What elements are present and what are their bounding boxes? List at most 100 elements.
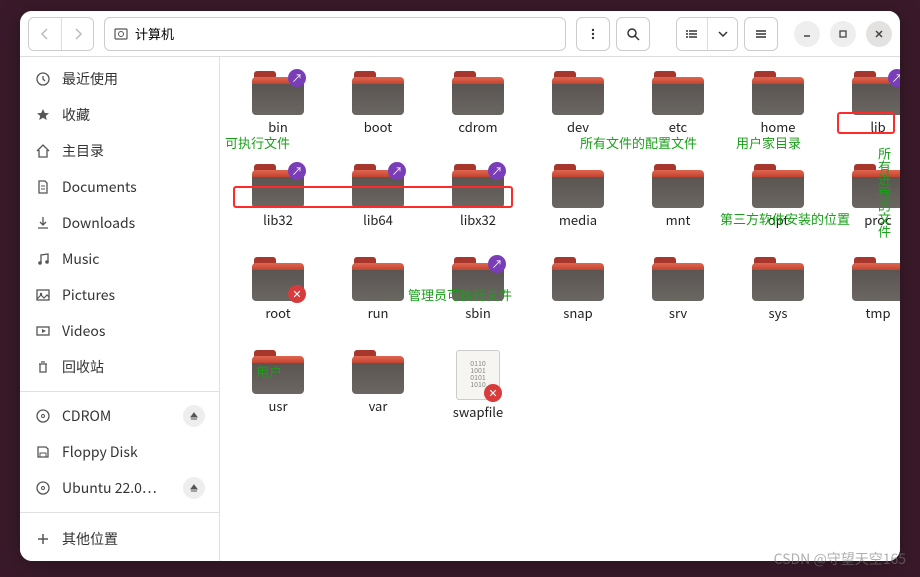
sidebar-item-label: Documents [62, 177, 137, 197]
sidebar-mount-cdrom[interactable]: CDROM [20, 398, 219, 434]
folder-icon [552, 257, 604, 301]
file-item-proc[interactable]: proc [828, 164, 900, 229]
window-controls [794, 21, 892, 47]
file-label: media [559, 210, 597, 229]
file-label: home [760, 117, 795, 136]
file-label: etc [669, 117, 687, 136]
file-item-srv[interactable]: srv [628, 257, 728, 322]
file-label: opt [768, 210, 789, 229]
hamburger-menu-button[interactable] [744, 17, 778, 51]
sidebar-mount-floppy-disk[interactable]: Floppy Disk [20, 434, 219, 470]
forward-button[interactable] [61, 18, 93, 50]
denied-badge-icon: ✕ [484, 384, 502, 402]
titlebar: 计算机 [20, 11, 900, 57]
icon-grid: ↗binbootcdromdevetchome↗lib↗lib32↗lib64↗… [228, 71, 900, 421]
folder-icon [652, 164, 704, 208]
back-button[interactable] [29, 18, 61, 50]
eject-button[interactable] [183, 405, 205, 427]
floppy-icon [34, 443, 52, 461]
sidebar-item-label: Pictures [62, 285, 115, 305]
folder-icon [752, 257, 804, 301]
symlink-badge-icon: ↗ [388, 162, 406, 180]
sidebar-item-label: CDROM [62, 406, 111, 426]
sidebar-item-收藏[interactable]: 收藏 [20, 97, 219, 133]
sidebar-mount-ubuntu-22-0-[interactable]: Ubuntu 22.0… [20, 470, 219, 506]
folder-icon [752, 71, 804, 115]
file-item-mnt[interactable]: mnt [628, 164, 728, 229]
file-item-bin[interactable]: ↗bin [228, 71, 328, 136]
sidebar-item-回收站[interactable]: 回收站 [20, 349, 219, 385]
file-label: proc [864, 210, 891, 229]
file-item-sys[interactable]: sys [728, 257, 828, 322]
sidebar-item-主目录[interactable]: 主目录 [20, 133, 219, 169]
plus-icon [34, 530, 52, 548]
minimize-button[interactable] [794, 21, 820, 47]
search-button[interactable] [616, 17, 650, 51]
separator [20, 391, 219, 392]
denied-badge-icon: ✕ [288, 285, 306, 303]
folder-icon [352, 257, 404, 301]
kebab-menu-button[interactable] [576, 17, 610, 51]
window-body: 最近使用收藏主目录 Documents Downloads Music Pictures… [20, 57, 900, 561]
file-item-dev[interactable]: dev [528, 71, 628, 136]
nav-group [28, 17, 94, 51]
view-dropdown-button[interactable] [707, 18, 737, 50]
file-item-tmp[interactable]: tmp [828, 257, 900, 322]
path-label: 计算机 [135, 24, 174, 43]
sidebar-item-videos[interactable]: Videos [20, 313, 219, 349]
file-item-lib32[interactable]: ↗lib32 [228, 164, 328, 229]
download-icon [34, 214, 52, 232]
sidebar-item-downloads[interactable]: Downloads [20, 205, 219, 241]
view-list-button[interactable] [677, 18, 707, 50]
file-label: dev [567, 117, 589, 136]
file-item-home[interactable]: home [728, 71, 828, 136]
file-label: sys [769, 303, 788, 322]
content-pane[interactable]: ↗binbootcdromdevetchome↗lib↗lib32↗lib64↗… [220, 57, 900, 561]
file-item-usr[interactable]: usr [228, 350, 328, 421]
sidebar-item-label: Ubuntu 22.0… [62, 478, 157, 498]
sidebar-other-locations[interactable]: 其他位置 [20, 521, 219, 557]
view-mode-group [676, 17, 738, 51]
file-item-var[interactable]: var [328, 350, 428, 421]
file-item-lib[interactable]: ↗lib [828, 71, 900, 136]
file-item-sbin[interactable]: ↗sbin [428, 257, 528, 322]
file-item-cdrom[interactable]: cdrom [428, 71, 528, 136]
sidebar-item-pictures[interactable]: Pictures [20, 277, 219, 313]
sidebar-item-label: Music [62, 249, 99, 269]
folder-icon [352, 71, 404, 115]
file-item-libx32[interactable]: ↗libx32 [428, 164, 528, 229]
file-label: boot [364, 117, 392, 136]
file-label: bin [268, 117, 288, 136]
path-bar[interactable]: 计算机 [104, 17, 566, 51]
file-item-opt[interactable]: opt [728, 164, 828, 229]
watermark: CSDN @守望天空165 [774, 549, 906, 569]
file-item-snap[interactable]: snap [528, 257, 628, 322]
file-item-swapfile[interactable]: 0110 1001 0101 1010✕swapfile [428, 350, 528, 421]
picture-icon [34, 286, 52, 304]
file-item-boot[interactable]: boot [328, 71, 428, 136]
file-item-media[interactable]: media [528, 164, 628, 229]
sidebar-item-最近使用[interactable]: 最近使用 [20, 61, 219, 97]
maximize-button[interactable] [830, 21, 856, 47]
file-item-root[interactable]: ✕root [228, 257, 328, 322]
file-item-lib64[interactable]: ↗lib64 [328, 164, 428, 229]
disk-icon [113, 26, 129, 42]
folder-icon [552, 164, 604, 208]
eject-button[interactable] [183, 477, 205, 499]
disc-icon [34, 407, 52, 425]
sidebar-item-documents[interactable]: Documents [20, 169, 219, 205]
folder-icon [852, 257, 900, 301]
sidebar-item-label: 最近使用 [62, 69, 118, 89]
sidebar-item-music[interactable]: Music [20, 241, 219, 277]
video-icon [34, 322, 52, 340]
file-label: tmp [866, 303, 891, 322]
file-item-etc[interactable]: etc [628, 71, 728, 136]
symlink-badge-icon: ↗ [488, 255, 506, 273]
sidebar-item-label: Videos [62, 321, 105, 341]
file-item-run[interactable]: run [328, 257, 428, 322]
file-label: cdrom [458, 117, 497, 136]
doc-icon [34, 178, 52, 196]
folder-icon [652, 71, 704, 115]
sidebar-item-label: Floppy Disk [62, 442, 138, 462]
close-button[interactable] [866, 21, 892, 47]
